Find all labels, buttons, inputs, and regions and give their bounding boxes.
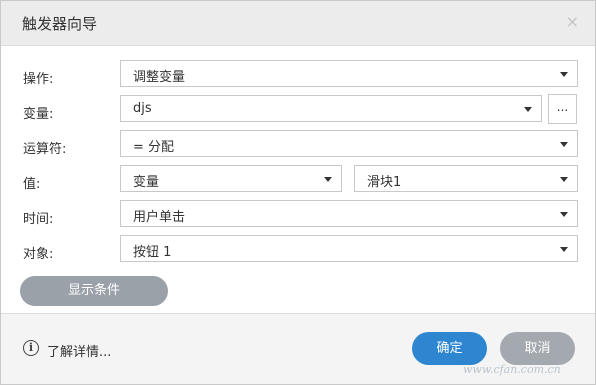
- chevron-down-icon: [560, 142, 568, 147]
- object-value: 按钮 1: [133, 245, 172, 260]
- variable-label: 变量:: [23, 107, 54, 122]
- chevron-down-icon: [560, 247, 568, 252]
- info-icon: i: [23, 340, 39, 356]
- operator-select[interactable]: = 分配: [120, 130, 578, 157]
- time-value: 用户单击: [133, 210, 186, 225]
- operation-select[interactable]: 调整变量: [120, 60, 578, 87]
- title-bar: 触发器向导 ×: [1, 1, 595, 46]
- trigger-wizard-dialog: 触发器向导 × 操作: 调整变量 变量: djs ... 运算符: = 分配 值…: [0, 0, 596, 385]
- chevron-down-icon: [560, 72, 568, 77]
- watermark: www.cfan.com.cn: [463, 363, 561, 376]
- dialog-title: 触发器向导: [22, 15, 98, 33]
- chevron-down-icon: [324, 177, 332, 182]
- operator-label: 运算符:: [23, 142, 67, 157]
- show-conditions-button[interactable]: 显示条件: [20, 276, 168, 306]
- value-target-select[interactable]: 滑块1: [354, 165, 578, 192]
- object-label: 对象:: [23, 247, 54, 262]
- ok-button[interactable]: 确定: [412, 332, 487, 365]
- value-type-value: 变量: [133, 175, 160, 190]
- value-target-value: 滑块1: [367, 175, 402, 190]
- variable-value: djs: [133, 101, 152, 116]
- chevron-down-icon: [560, 212, 568, 217]
- time-select[interactable]: 用户单击: [120, 200, 578, 227]
- learn-more-link[interactable]: 了解详情...: [47, 341, 111, 360]
- operation-label: 操作:: [23, 72, 54, 87]
- chevron-down-icon: [524, 107, 532, 112]
- value-type-select[interactable]: 变量: [120, 165, 342, 192]
- cancel-button[interactable]: 取消: [500, 332, 575, 365]
- value-label: 值:: [23, 177, 41, 192]
- variable-select[interactable]: djs: [120, 95, 542, 122]
- operation-value: 调整变量: [133, 70, 186, 85]
- variable-more-button[interactable]: ...: [548, 94, 577, 124]
- chevron-down-icon: [560, 177, 568, 182]
- operator-value: = 分配: [133, 140, 175, 155]
- close-icon[interactable]: ×: [566, 12, 579, 32]
- time-label: 时间:: [23, 212, 54, 227]
- object-select[interactable]: 按钮 1: [120, 235, 578, 262]
